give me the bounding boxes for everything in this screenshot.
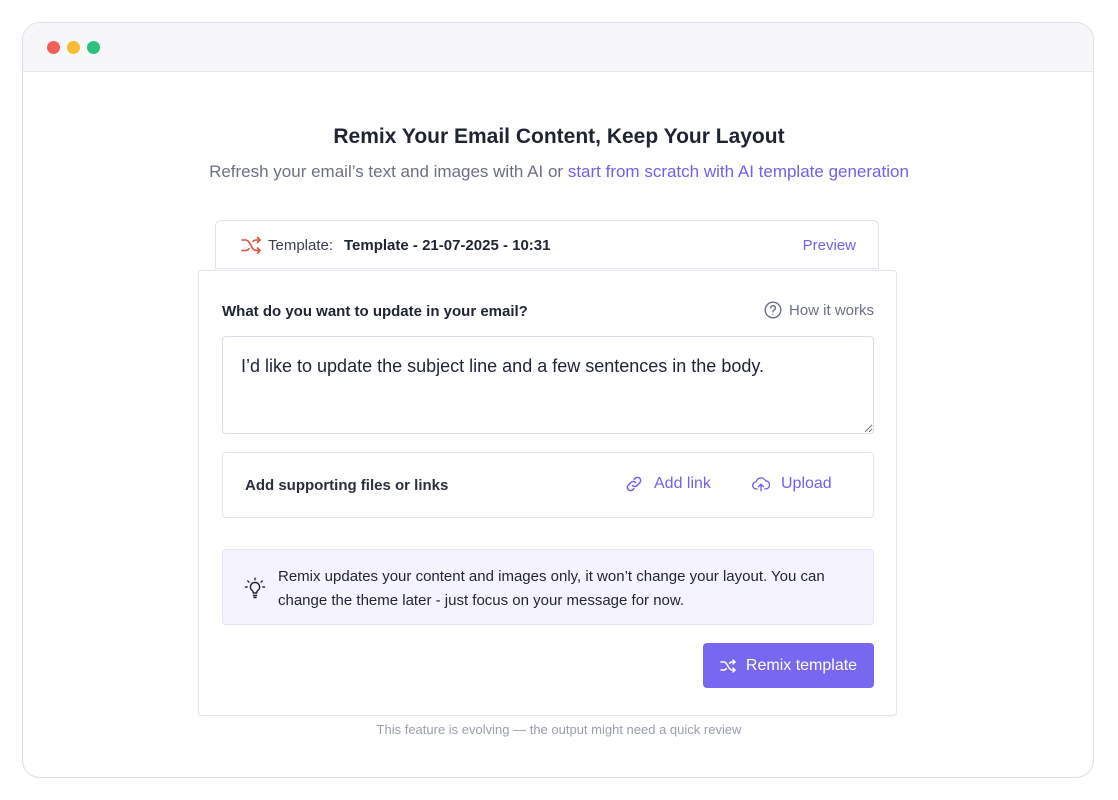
subtitle-text: Refresh your email’s text and images wit…	[209, 162, 568, 181]
remix-template-button[interactable]: Remix template	[703, 643, 874, 688]
window-titlebar	[23, 23, 1093, 72]
how-it-works-link[interactable]: How it works	[764, 301, 874, 319]
upload-button[interactable]: Upload	[752, 475, 832, 493]
supporting-files-label: Add supporting files or links	[245, 477, 449, 494]
lightbulb-icon	[244, 577, 266, 599]
info-tip: Remix updates your content and images on…	[222, 549, 874, 625]
window-minimize-button[interactable]	[67, 41, 80, 54]
page-title: Remix Your Email Content, Keep Your Layo…	[333, 125, 785, 148]
add-link-button[interactable]: Add link	[625, 475, 711, 493]
shuffle-icon	[720, 658, 736, 673]
page-subtitle: Refresh your email’s text and images wit…	[23, 162, 1093, 182]
template-label: Template:	[268, 237, 334, 254]
app-window: Remix Your Email Content, Keep Your Layo…	[22, 22, 1094, 778]
add-link-label: Add link	[654, 475, 711, 492]
update-question-label: What do you want to update in your email…	[222, 303, 528, 320]
template-name: Template - 21-07-2025 - 10:31	[344, 237, 551, 254]
shuffle-icon	[241, 236, 261, 254]
how-it-works-label: How it works	[788, 301, 874, 319]
tip-text: Remix updates your content and images on…	[278, 568, 825, 609]
cloud-upload-icon	[752, 477, 770, 492]
question-circle-icon	[764, 301, 782, 319]
window-maximize-button[interactable]	[87, 41, 100, 54]
ai-template-generation-link[interactable]: start from scratch with AI template gene…	[568, 162, 909, 181]
remix-template-label: Remix template	[745, 656, 858, 674]
upload-label: Upload	[781, 475, 832, 492]
template-selector-bar: Template: Template - 21-07-2025 - 10:31 …	[215, 220, 879, 269]
link-icon	[626, 476, 642, 492]
window-close-button[interactable]	[47, 41, 60, 54]
supporting-files-section: Add supporting files or links Add link U…	[222, 452, 874, 518]
feature-disclaimer: This feature is evolving — the output mi…	[376, 722, 742, 737]
preview-link[interactable]: Preview	[803, 237, 856, 254]
update-request-textarea[interactable]: I’d like to update the subject line and …	[222, 336, 874, 434]
remix-form-card: What do you want to update in your email…	[198, 270, 897, 716]
